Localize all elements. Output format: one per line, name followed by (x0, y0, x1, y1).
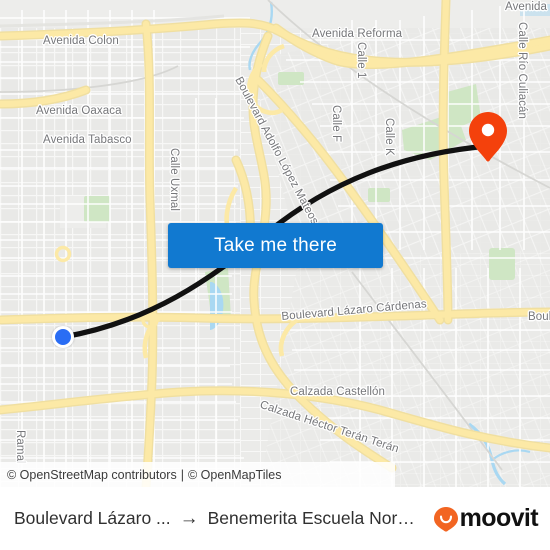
destination-marker[interactable] (469, 112, 507, 162)
route-summary: Boulevard Lázaro ... → Benemerita Escuel… (14, 508, 425, 529)
moovit-pin-icon (433, 506, 458, 532)
attribution-tiles[interactable]: © OpenMapTiles (188, 468, 282, 482)
moovit-map-screen: Avenida Colon Avenida Reforma Avenida Av… (0, 0, 550, 550)
moovit-wordmark: moovit (459, 504, 539, 532)
arrow-right-icon: → (179, 508, 199, 529)
route-origin-label[interactable]: Boulevard Lázaro ... (14, 508, 171, 529)
footer-bar: Boulevard Lázaro ... → Benemerita Escuel… (0, 487, 550, 550)
route-destination-label[interactable]: Benemerita Escuela Normal P... (208, 508, 425, 529)
map-attribution: © OpenStreetMap contributors | © OpenMap… (0, 462, 395, 487)
attribution-separator: | (180, 467, 184, 482)
origin-marker[interactable] (52, 326, 74, 348)
attribution-osm[interactable]: © OpenStreetMap contributors (7, 468, 177, 482)
map-canvas[interactable]: Avenida Colon Avenida Reforma Avenida Av… (0, 0, 550, 487)
take-me-there-button[interactable]: Take me there (168, 223, 383, 268)
map-pin-icon (469, 112, 507, 162)
moovit-logo[interactable]: moovit (433, 504, 539, 532)
